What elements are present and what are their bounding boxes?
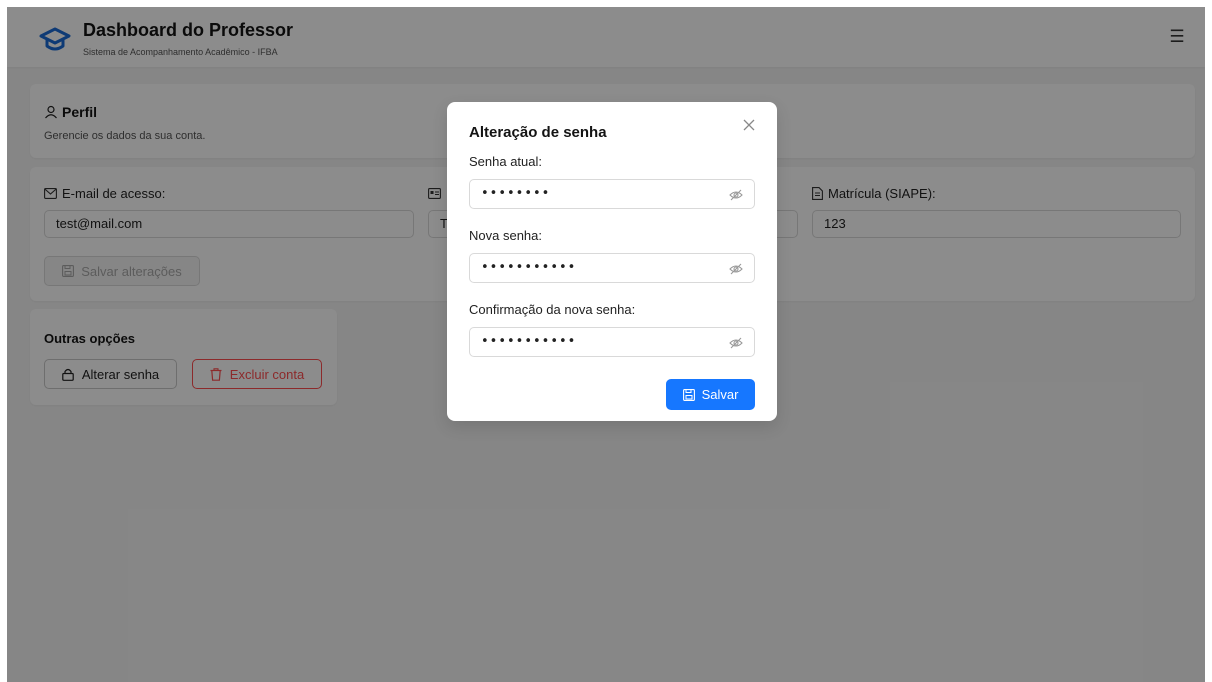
close-icon[interactable] — [741, 117, 757, 133]
confirm-password-field[interactable]: ••••••••••• — [469, 327, 755, 357]
eye-invisible-icon[interactable] — [729, 262, 743, 276]
change-password-modal: Alteração de senha Senha atual: ••••••••… — [447, 102, 777, 421]
save-password-label: Salvar — [701, 387, 739, 402]
modal-title: Alteração de senha — [469, 124, 607, 141]
new-password-value: ••••••••••• — [481, 260, 577, 275]
current-password-label: Senha atual: — [469, 154, 543, 169]
new-password-label: Nova senha: — [469, 228, 542, 243]
app: Dashboard do Professor Sistema de Acompa… — [7, 7, 1205, 682]
eye-invisible-icon[interactable] — [729, 336, 743, 350]
new-password-field[interactable]: ••••••••••• — [469, 253, 755, 283]
save-password-button[interactable]: Salvar — [666, 379, 755, 410]
eye-invisible-icon[interactable] — [729, 188, 743, 202]
current-password-field[interactable]: •••••••• — [469, 179, 755, 209]
confirm-password-value: ••••••••••• — [481, 334, 577, 349]
confirm-password-label: Confirmação da nova senha: — [469, 302, 636, 317]
save-icon — [682, 388, 695, 401]
current-password-value: •••••••• — [481, 186, 551, 201]
